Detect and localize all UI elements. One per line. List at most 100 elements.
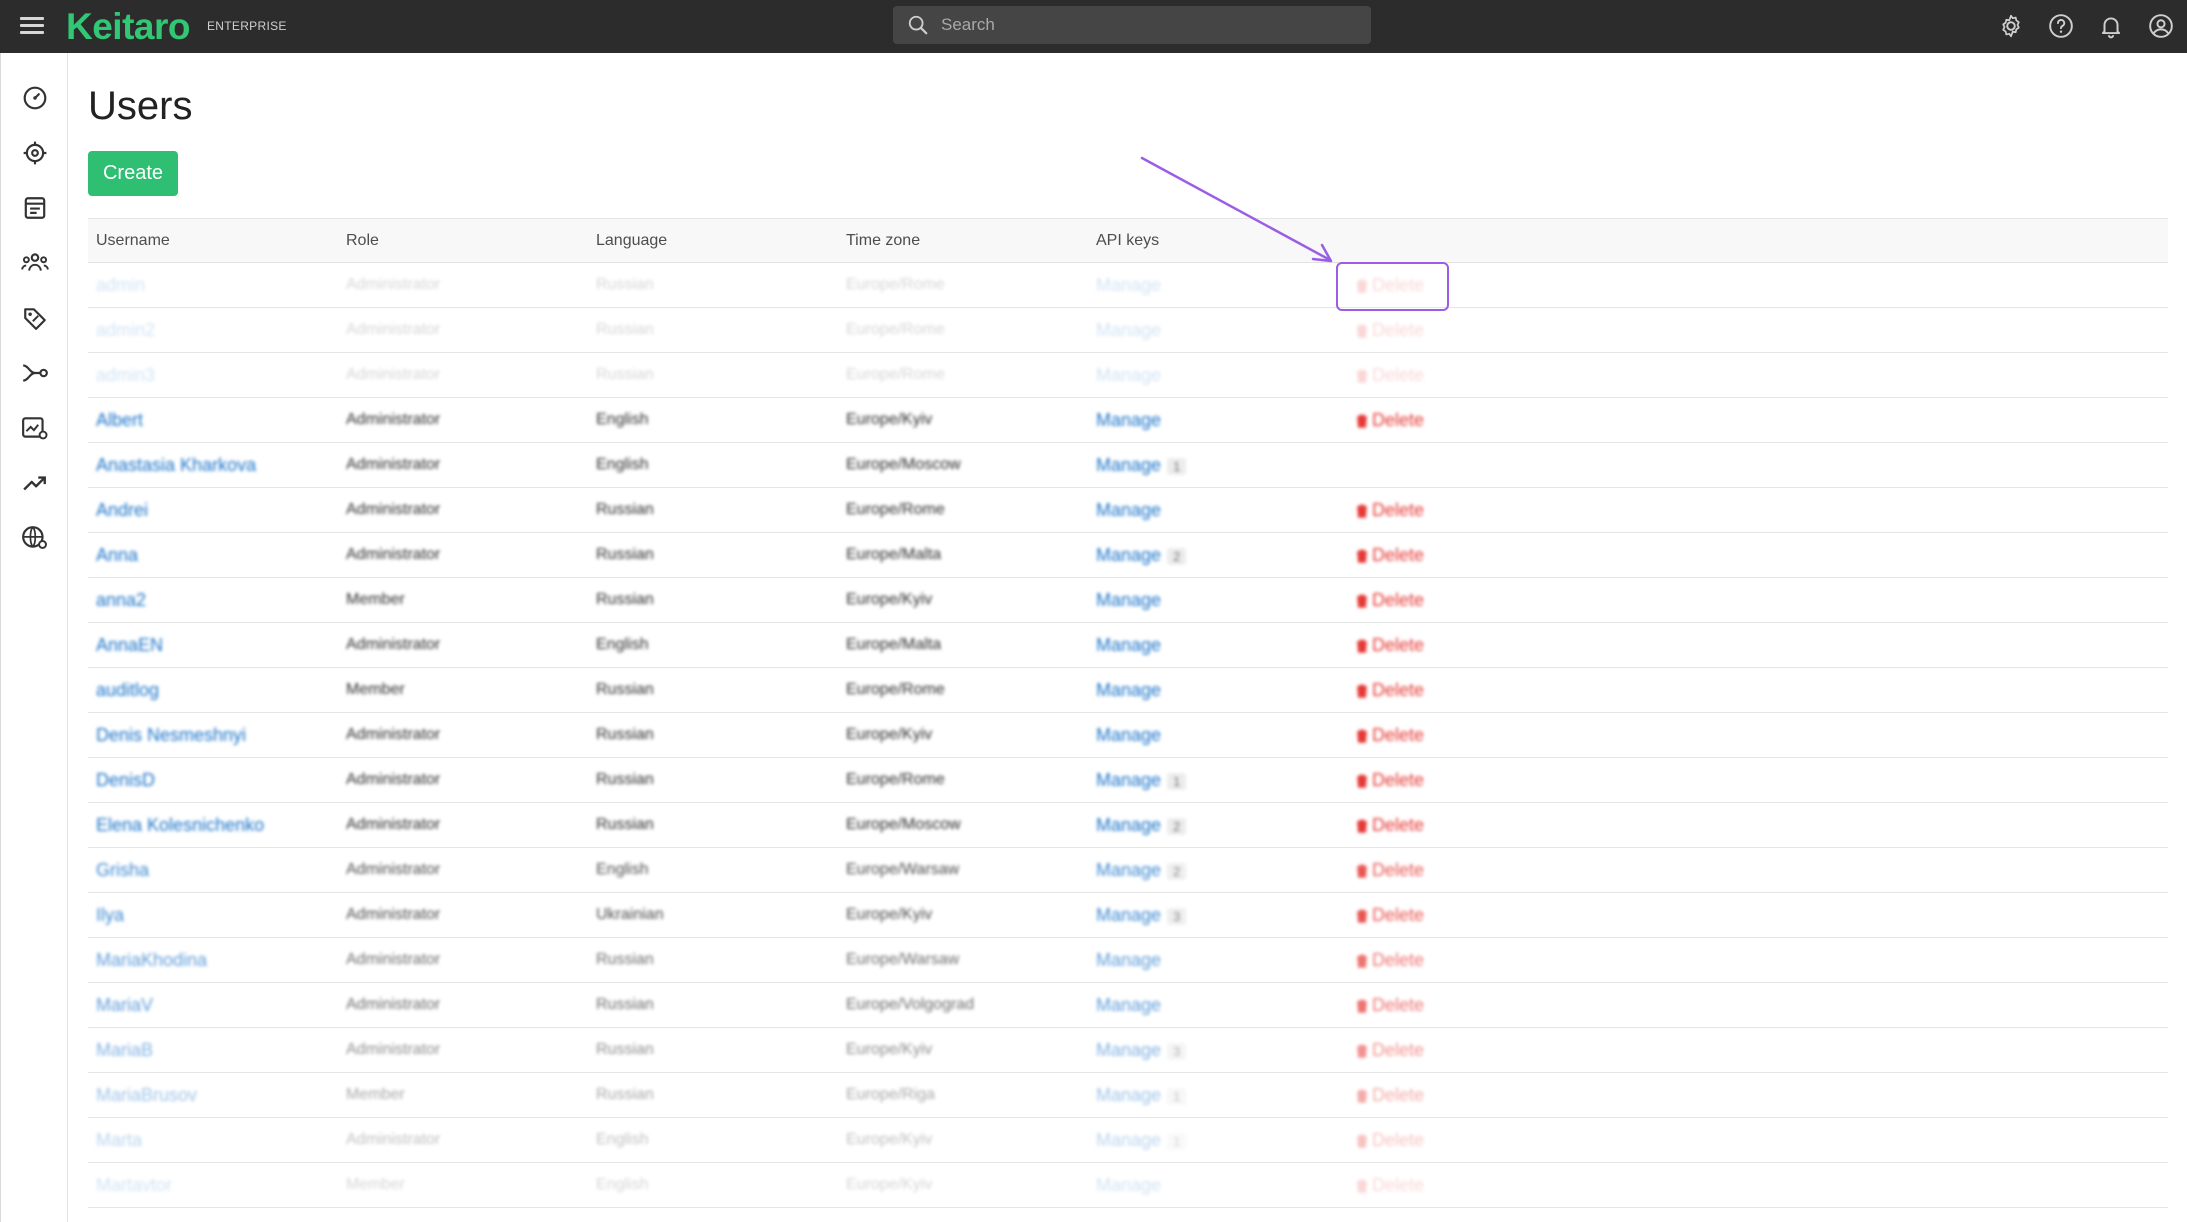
- manage-api-keys-link[interactable]: Manage 2: [1096, 860, 1187, 881]
- delete-button[interactable]: Delete: [1356, 590, 1424, 611]
- username-link[interactable]: admin2: [96, 320, 155, 341]
- username-link[interactable]: Grisha: [96, 860, 149, 881]
- table-row: Elena Kolesnichenko Administrator Russian E…: [88, 803, 2168, 848]
- hamburger-menu-icon[interactable]: [20, 14, 46, 38]
- trends-icon[interactable]: [20, 468, 50, 498]
- manage-api-keys-link[interactable]: Manage 1: [1096, 455, 1187, 476]
- manage-api-keys-link[interactable]: Manage: [1096, 365, 1161, 386]
- landing-pages-icon[interactable]: [20, 193, 50, 223]
- username-link[interactable]: anna2: [96, 590, 146, 611]
- manage-api-keys-link[interactable]: Manage 3: [1096, 1040, 1187, 1061]
- timezone-cell: Europe/Rome: [846, 771, 945, 788]
- delete-button[interactable]: Delete: [1356, 1040, 1424, 1061]
- username-link[interactable]: Anna: [96, 545, 138, 566]
- delete-button[interactable]: Delete: [1356, 680, 1424, 701]
- timezone-cell: Europe/Rome: [846, 501, 945, 518]
- column-header-role[interactable]: Role: [346, 232, 379, 250]
- search-icon: [908, 15, 928, 35]
- manage-label: Manage: [1096, 1085, 1162, 1105]
- manage-api-keys-link[interactable]: Manage 1: [1096, 770, 1187, 791]
- manage-label: Manage: [1096, 950, 1162, 970]
- delete-button[interactable]: Delete: [1356, 905, 1424, 926]
- manage-api-keys-link[interactable]: Manage: [1096, 635, 1161, 656]
- delete-button[interactable]: Delete: [1356, 410, 1424, 431]
- manage-api-keys-link[interactable]: Manage: [1096, 1175, 1161, 1196]
- search-input[interactable]: [941, 15, 1341, 35]
- manage-api-keys-link[interactable]: Manage 3: [1096, 905, 1187, 926]
- username-link[interactable]: auditlog: [96, 680, 159, 701]
- flows-icon[interactable]: [20, 358, 50, 388]
- manage-api-keys-link[interactable]: Manage 2: [1096, 815, 1187, 836]
- username-link[interactable]: Anastasia Kharkova: [96, 455, 256, 476]
- campaigns-icon[interactable]: [20, 138, 50, 168]
- username-link[interactable]: Martavtor: [96, 1175, 172, 1196]
- delete-button[interactable]: Delete: [1356, 635, 1424, 656]
- delete-button[interactable]: Delete: [1356, 320, 1424, 341]
- username-link[interactable]: AnnaEN: [96, 635, 163, 656]
- delete-label: Delete: [1372, 680, 1425, 700]
- manage-api-keys-link[interactable]: Manage: [1096, 320, 1161, 341]
- language-cell: English: [596, 456, 649, 473]
- delete-button[interactable]: Delete: [1356, 545, 1424, 566]
- help-icon[interactable]: [2047, 12, 2075, 40]
- manage-api-keys-link[interactable]: Manage: [1096, 725, 1161, 746]
- delete-button[interactable]: Delete: [1356, 725, 1424, 746]
- delete-button[interactable]: Delete: [1356, 950, 1424, 971]
- role-cell: Administrator: [346, 636, 441, 653]
- account-icon[interactable]: [2147, 12, 2175, 40]
- logo[interactable]: Keitaro: [66, 6, 190, 48]
- delete-button[interactable]: Delete: [1356, 860, 1424, 881]
- manage-api-keys-link[interactable]: Manage: [1096, 410, 1161, 431]
- username-link[interactable]: MariaV: [96, 995, 153, 1016]
- username-link[interactable]: Elena Kolesnichenko: [96, 815, 264, 836]
- gear-icon[interactable]: [1997, 12, 2025, 40]
- username-link[interactable]: Denis Nesmeshnyi: [96, 725, 246, 746]
- column-header-timezone[interactable]: Time zone: [846, 232, 920, 250]
- manage-label: Manage: [1096, 410, 1162, 430]
- manage-api-keys-link[interactable]: Manage 1: [1096, 1130, 1187, 1151]
- dashboard-icon[interactable]: [20, 83, 50, 113]
- username-link[interactable]: MariaB: [96, 1040, 153, 1061]
- manage-api-keys-link[interactable]: Manage: [1096, 950, 1161, 971]
- offers-tag-icon[interactable]: [20, 303, 50, 333]
- username-link[interactable]: Albert: [96, 410, 143, 431]
- role-cell: Administrator: [346, 456, 441, 473]
- manage-api-keys-link[interactable]: Manage: [1096, 590, 1161, 611]
- delete-button[interactable]: Delete: [1356, 1175, 1424, 1196]
- trash-icon: [1357, 594, 1367, 608]
- users-group-icon[interactable]: [20, 248, 50, 278]
- bell-icon[interactable]: [2097, 12, 2125, 40]
- manage-api-keys-link[interactable]: Manage: [1096, 680, 1161, 701]
- username-link[interactable]: DenisD: [96, 770, 155, 791]
- delete-button[interactable]: Delete: [1356, 770, 1424, 791]
- create-button[interactable]: Create: [88, 151, 178, 196]
- delete-button[interactable]: Delete: [1356, 815, 1424, 836]
- username-link[interactable]: MariaBrusov: [96, 1085, 197, 1106]
- delete-button[interactable]: Delete: [1356, 1130, 1424, 1151]
- username-link[interactable]: Andrei: [96, 500, 148, 521]
- reports-icon[interactable]: [20, 413, 50, 443]
- column-header-username[interactable]: Username: [96, 232, 170, 250]
- role-cell: Administrator: [346, 726, 441, 743]
- manage-api-keys-link[interactable]: Manage 1: [1096, 1085, 1187, 1106]
- username-link[interactable]: MariaKhodina: [96, 950, 207, 971]
- username-link[interactable]: Ilya: [96, 905, 124, 926]
- delete-button[interactable]: Delete: [1356, 500, 1424, 521]
- language-cell: English: [596, 1131, 649, 1148]
- column-header-language[interactable]: Language: [596, 232, 667, 250]
- username-link[interactable]: admin3: [96, 365, 155, 386]
- manage-api-keys-link[interactable]: Manage: [1096, 995, 1161, 1016]
- delete-button[interactable]: Delete: [1356, 365, 1424, 386]
- api-key-count-badge: 1: [1167, 772, 1187, 790]
- manage-api-keys-link[interactable]: Manage 2: [1096, 545, 1187, 566]
- domains-icon[interactable]: [20, 523, 50, 553]
- delete-button[interactable]: Delete: [1356, 995, 1424, 1016]
- search-box[interactable]: [893, 6, 1371, 44]
- delete-label: Delete: [1372, 365, 1425, 385]
- username-link[interactable]: admin: [96, 275, 145, 296]
- delete-label: Delete: [1372, 1040, 1425, 1060]
- username-link[interactable]: Marta: [96, 1130, 142, 1151]
- delete-button[interactable]: Delete: [1356, 1085, 1424, 1106]
- manage-api-keys-link[interactable]: Manage: [1096, 275, 1161, 296]
- manage-api-keys-link[interactable]: Manage: [1096, 500, 1161, 521]
